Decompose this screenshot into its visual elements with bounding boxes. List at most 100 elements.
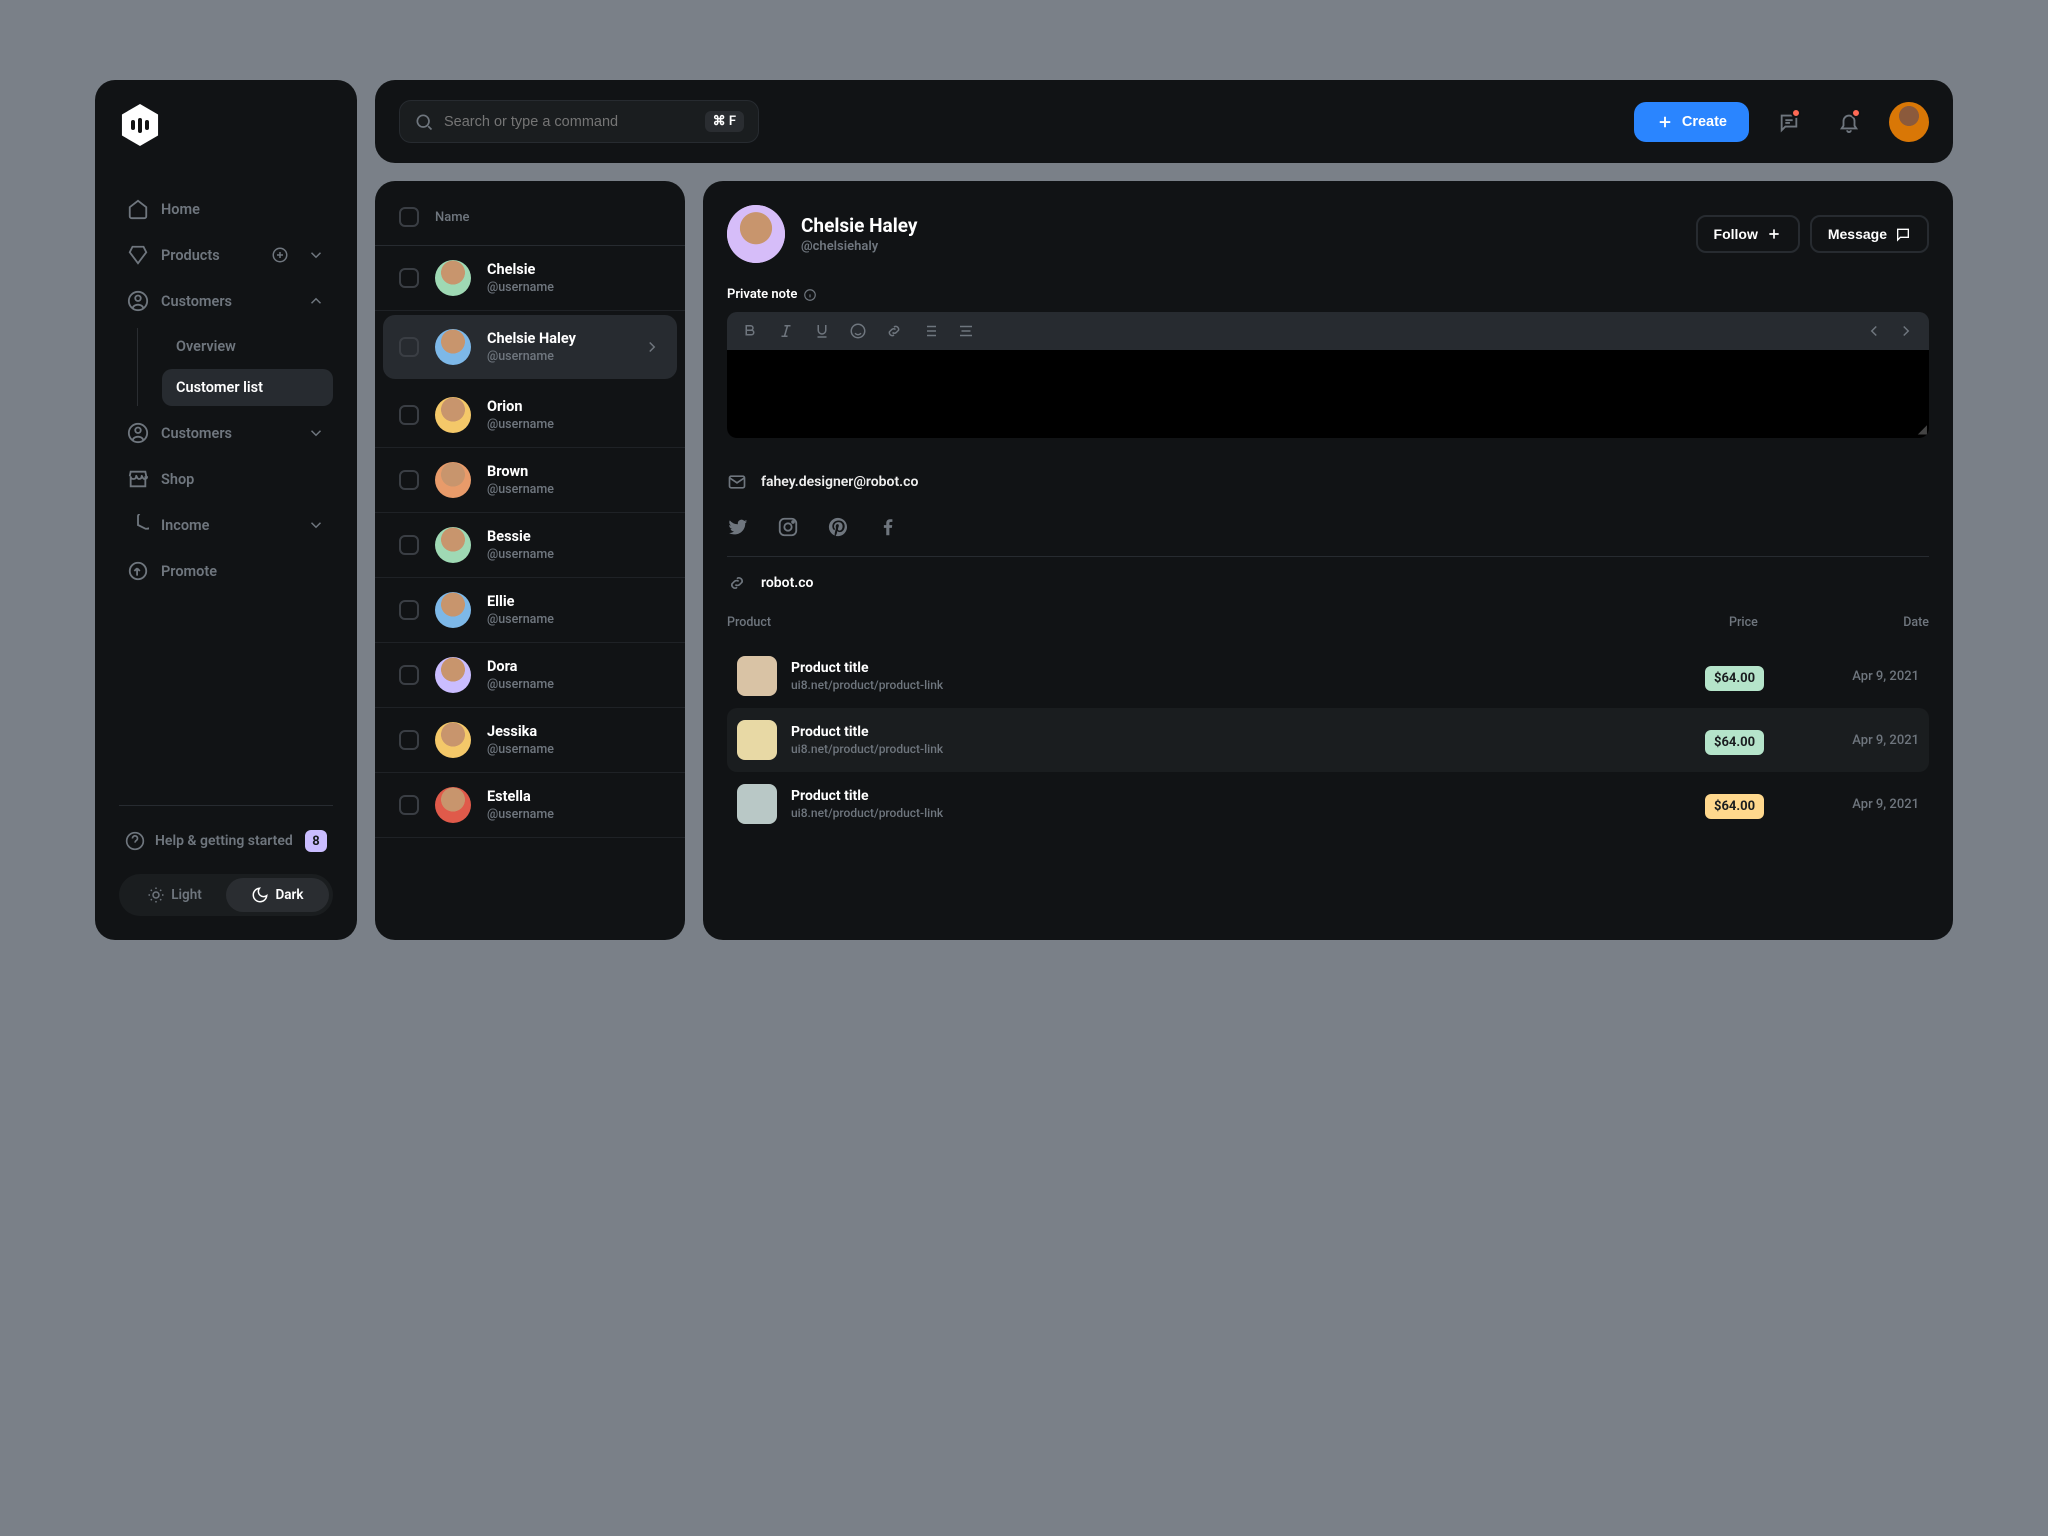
customer-handle: @username: [487, 482, 554, 497]
product-thumb: [737, 656, 777, 696]
customer-row[interactable]: Orion @username: [375, 383, 685, 448]
customer-row[interactable]: Dora @username: [375, 643, 685, 708]
chevron-up-icon: [307, 292, 325, 310]
private-note-label: Private note: [727, 287, 1929, 302]
row-checkbox[interactable]: [399, 268, 419, 288]
email-value[interactable]: fahey.designer@robot.co: [761, 474, 918, 490]
facebook-icon[interactable]: [877, 516, 899, 538]
customer-row[interactable]: Estella @username: [375, 773, 685, 838]
help-link[interactable]: Help & getting started 8: [119, 822, 333, 860]
customer-name: Chelsie: [487, 261, 554, 278]
help-icon: [125, 831, 145, 851]
customer-handle: @username: [487, 417, 554, 432]
nav-label: Shop: [161, 471, 194, 488]
undo-icon[interactable]: [1865, 322, 1883, 340]
customer-row[interactable]: Chelsie Haley @username: [383, 315, 677, 379]
create-button[interactable]: Create: [1634, 102, 1749, 142]
row-checkbox[interactable]: [399, 795, 419, 815]
select-all-checkbox[interactable]: [399, 207, 419, 227]
product-row[interactable]: Product title ui8.net/product/product-li…: [727, 772, 1929, 836]
mail-icon: [727, 472, 747, 492]
theme-dark[interactable]: Dark: [226, 878, 329, 912]
italic-icon[interactable]: [777, 322, 795, 340]
nav-shop[interactable]: Shop: [119, 456, 333, 502]
customer-handle: @username: [487, 612, 554, 627]
bold-icon[interactable]: [741, 322, 759, 340]
nav-label: Income: [161, 517, 209, 534]
note-textarea[interactable]: ◢: [727, 350, 1929, 438]
website-value[interactable]: robot.co: [761, 575, 813, 591]
messages-button[interactable]: [1769, 102, 1809, 142]
list-icon[interactable]: [921, 322, 939, 340]
nav-promote[interactable]: Promote: [119, 548, 333, 594]
col-date: Date: [1819, 615, 1929, 630]
instagram-icon[interactable]: [777, 516, 799, 538]
user-avatar[interactable]: [1889, 102, 1929, 142]
promote-icon: [127, 560, 149, 582]
row-checkbox[interactable]: [399, 405, 419, 425]
plus-icon: [1656, 113, 1674, 131]
pie-icon: [127, 514, 149, 536]
link-icon[interactable]: [885, 322, 903, 340]
col-price: Price: [1729, 615, 1819, 630]
nav-income[interactable]: Income: [119, 502, 333, 548]
row-checkbox[interactable]: [399, 600, 419, 620]
row-checkbox[interactable]: [399, 337, 419, 357]
product-row[interactable]: Product title ui8.net/product/product-li…: [727, 708, 1929, 772]
customer-avatar: [435, 657, 471, 693]
product-title: Product title: [791, 724, 1691, 740]
underline-icon[interactable]: [813, 322, 831, 340]
product-link: ui8.net/product/product-link: [791, 678, 1691, 692]
nav-customers-2[interactable]: Customers: [119, 410, 333, 456]
align-icon[interactable]: [957, 322, 975, 340]
note-editor: ◢: [727, 312, 1929, 438]
nav-label: Promote: [161, 563, 217, 580]
nav-home[interactable]: Home: [119, 186, 333, 232]
row-checkbox[interactable]: [399, 470, 419, 490]
product-link: ui8.net/product/product-link: [791, 742, 1691, 756]
search-input-wrap[interactable]: ⌘ F: [399, 100, 759, 143]
customer-row[interactable]: Jessika @username: [375, 708, 685, 773]
row-checkbox[interactable]: [399, 665, 419, 685]
customer-row[interactable]: Chelsie @username: [375, 246, 685, 311]
product-title: Product title: [791, 788, 1691, 804]
customer-row[interactable]: Brown @username: [375, 448, 685, 513]
sidebar: Home Products Customers Overview Custome…: [95, 80, 357, 940]
twitter-icon[interactable]: [727, 516, 749, 538]
product-thumb: [737, 720, 777, 760]
customer-name: Estella: [487, 788, 554, 805]
customer-handle: @username: [487, 547, 554, 562]
help-label: Help & getting started: [155, 833, 293, 849]
notifications-button[interactable]: [1829, 102, 1869, 142]
search-input[interactable]: [444, 114, 695, 130]
customer-avatar: [435, 787, 471, 823]
message-button[interactable]: Message: [1810, 215, 1929, 253]
customer-row[interactable]: Ellie @username: [375, 578, 685, 643]
nav-label: Home: [161, 201, 200, 218]
product-price: $64.00: [1705, 794, 1764, 819]
customer-avatar: [435, 462, 471, 498]
emoji-icon[interactable]: [849, 322, 867, 340]
row-checkbox[interactable]: [399, 730, 419, 750]
nav-sub-overview[interactable]: Overview: [162, 328, 333, 365]
theme-light[interactable]: Light: [123, 878, 226, 912]
chevron-down-icon: [307, 424, 325, 442]
product-row[interactable]: Product title ui8.net/product/product-li…: [727, 644, 1929, 708]
logo: [119, 104, 161, 146]
redo-icon[interactable]: [1897, 322, 1915, 340]
nav-label: Customers: [161, 425, 232, 442]
col-product: Product: [727, 615, 1729, 630]
moon-icon: [251, 886, 269, 904]
customer-name: Jessika: [487, 723, 554, 740]
plus-circle-icon[interactable]: [271, 246, 289, 264]
customer-avatar: [435, 260, 471, 296]
customer-row[interactable]: Bessie @username: [375, 513, 685, 578]
pinterest-icon[interactable]: [827, 516, 849, 538]
row-checkbox[interactable]: [399, 535, 419, 555]
nav-customers[interactable]: Customers: [119, 278, 333, 324]
nav-products[interactable]: Products: [119, 232, 333, 278]
resize-handle-icon[interactable]: ◢: [1918, 422, 1927, 436]
follow-button[interactable]: Follow: [1696, 215, 1800, 253]
nav-sub-customer-list[interactable]: Customer list: [162, 369, 333, 406]
customer-handle: @chelsiehaly: [801, 239, 917, 254]
